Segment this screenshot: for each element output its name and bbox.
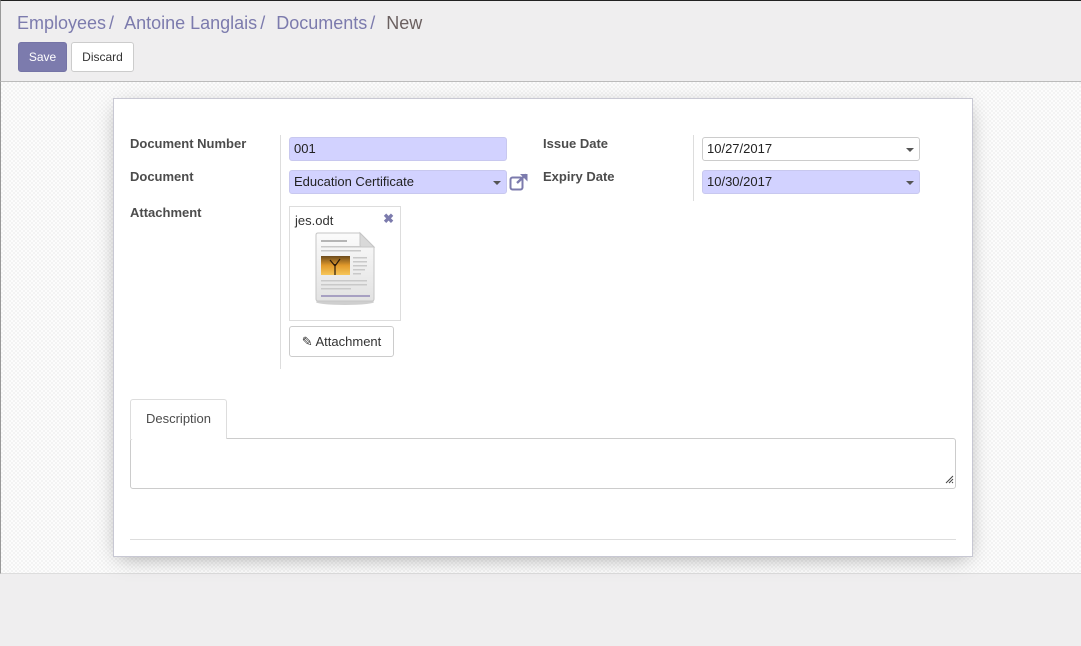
expiry-date-label: Expiry Date — [543, 169, 615, 184]
add-attachment-label: Attachment — [315, 334, 382, 349]
chevron-down-icon — [906, 148, 914, 152]
field-separator — [693, 135, 694, 201]
expiry-date-value: 10/30/2017 — [707, 174, 773, 189]
issue-date-value: 10/27/2017 — [707, 141, 773, 156]
form-view: Document Number Document Attachment 001 … — [0, 82, 1081, 574]
tab-description[interactable]: Description — [130, 399, 227, 439]
document-select[interactable]: Education Certificate — [289, 170, 507, 194]
breadcrumb-documents[interactable]: Documents — [276, 13, 367, 33]
attachment-file-name: jes.odt — [295, 213, 334, 228]
breadcrumb-current: New — [386, 13, 423, 33]
add-attachment-button[interactable]: ✎ Attachment — [289, 326, 394, 357]
document-number-input[interactable]: 001 — [289, 137, 507, 161]
attachment-label: Attachment — [130, 205, 202, 220]
issue-date-label: Issue Date — [543, 136, 609, 151]
external-link-icon[interactable] — [509, 173, 529, 194]
paperclip-icon: ✎ — [301, 334, 313, 349]
chevron-down-icon — [493, 181, 501, 185]
form-sheet: Document Number Document Attachment 001 … — [113, 98, 973, 557]
breadcrumb: Employees / Antoine Langlais / Documents / … — [17, 12, 422, 34]
breadcrumb-separator: / — [260, 13, 266, 33]
document-file-icon — [312, 231, 378, 310]
attachment-preview[interactable]: jes.odt ✖ — [289, 206, 401, 321]
resize-handle-icon[interactable] — [945, 472, 954, 487]
breadcrumb-separator: / — [109, 13, 115, 33]
chevron-down-icon — [906, 181, 914, 185]
tab-description-label: Description — [145, 411, 212, 426]
document-number-label: Document Number — [130, 136, 247, 151]
divider — [130, 539, 956, 540]
discard-button[interactable]: Discard — [71, 42, 134, 72]
issue-date-picker[interactable]: 10/27/2017 — [702, 137, 920, 161]
document-number-value: 001 — [294, 141, 316, 156]
document-value: Education Certificate — [294, 174, 414, 189]
save-button[interactable]: Save — [18, 42, 67, 72]
breadcrumb-separator: / — [370, 13, 376, 33]
breadcrumb-employees[interactable]: Employees — [17, 13, 106, 33]
close-icon[interactable]: ✖ — [383, 211, 394, 227]
control-panel: Employees / Antoine Langlais / Documents / … — [0, 0, 1081, 82]
field-separator — [280, 135, 281, 369]
breadcrumb-employee-name[interactable]: Antoine Langlais — [124, 13, 257, 33]
description-textarea[interactable] — [130, 438, 956, 489]
document-label: Document — [130, 169, 194, 184]
expiry-date-picker[interactable]: 10/30/2017 — [702, 170, 920, 194]
